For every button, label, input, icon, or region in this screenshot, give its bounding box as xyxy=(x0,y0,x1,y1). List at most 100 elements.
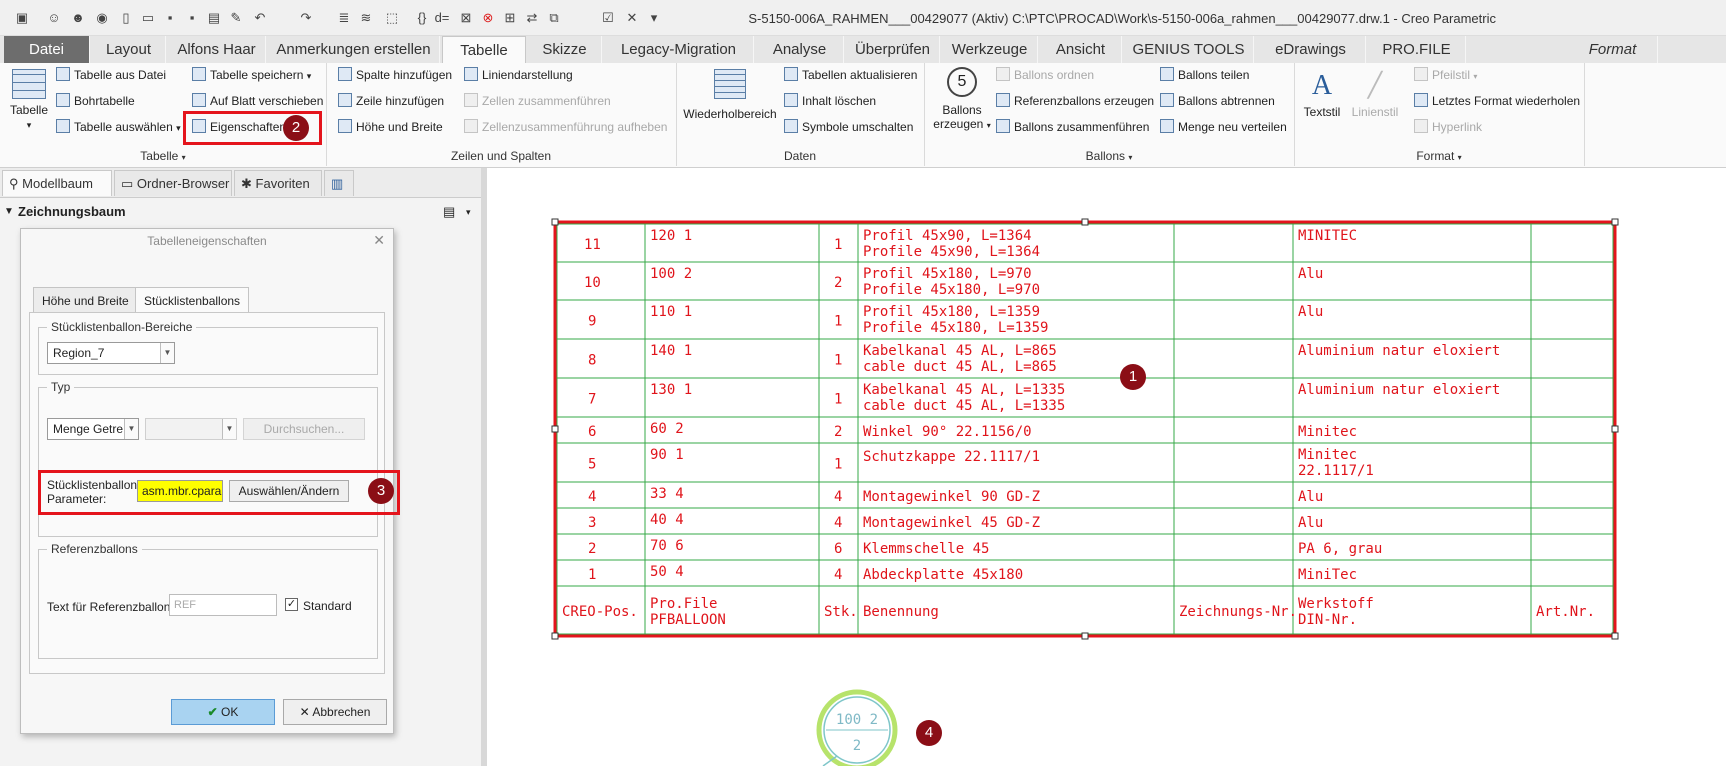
tab-genius-tools[interactable]: GENIUS TOOLS xyxy=(1124,36,1254,63)
wiederholbereich-button[interactable]: Wiederholbereich xyxy=(682,69,778,121)
bohrtabelle-button[interactable]: Bohrtabelle xyxy=(56,91,135,111)
save-icon[interactable]: ▪ xyxy=(162,10,178,26)
tab-skizze[interactable]: Skizze xyxy=(528,36,602,63)
undo-icon[interactable]: ↶ xyxy=(252,10,268,26)
select-box-icon[interactable]: ⬚ xyxy=(384,10,400,26)
tab-anmerkungen[interactable]: Anmerkungen erstellen xyxy=(268,36,440,63)
tab-analyse[interactable]: Analyse xyxy=(756,36,844,63)
tab-legacy-migration[interactable]: Legacy-Migration xyxy=(604,36,754,63)
relation-icon[interactable]: d= xyxy=(434,10,450,26)
referenzballons-erzeugen-button[interactable]: Referenzballons erzeugen xyxy=(996,91,1154,111)
redo-icon[interactable]: ↷ xyxy=(298,10,314,26)
window-icon[interactable]: ⧉ xyxy=(546,10,562,26)
letztes-format-button[interactable]: Letztes Format wiederholen xyxy=(1414,91,1580,111)
group-label-ballons[interactable]: Ballons ▾ xyxy=(924,149,1294,165)
param-icon[interactable]: ⊠ xyxy=(458,10,474,26)
bom-qty-5: 1 xyxy=(834,457,842,473)
standard-checkbox[interactable]: ✓ xyxy=(285,598,298,611)
globe-icon[interactable]: ◉ xyxy=(94,10,110,26)
tabelle-auswaehlen-button[interactable]: Tabelle auswählen ▾ xyxy=(56,117,181,137)
line-display-icon xyxy=(464,67,478,81)
symbole-umschalten-button[interactable]: Symbole umschalten xyxy=(784,117,913,137)
tab-profile[interactable]: PRO.FILE xyxy=(1368,36,1466,63)
tabellen-aktualisieren-button[interactable]: Tabellen aktualisieren xyxy=(784,65,917,85)
ballons-zusammenfuehren-button[interactable]: Ballons zusammenführen xyxy=(996,117,1149,137)
tab-format[interactable]: Format xyxy=(1568,36,1658,63)
ballons-erzeugen-button[interactable]: 5 Ballons erzeugen ▾ xyxy=(930,67,994,131)
abbrechen-button[interactable]: ✕ Abbrechen xyxy=(283,699,387,725)
bom-qty-4: 4 xyxy=(834,489,842,505)
bom-name-10: Profil 45x180, L=970 xyxy=(863,266,1032,282)
tab-favoriten[interactable]: ✱ Favoriten xyxy=(234,170,322,196)
cross-icon[interactable]: ✕ xyxy=(624,10,640,26)
tab-modellbaum[interactable]: ⚲ Modellbaum xyxy=(2,170,112,196)
tab-hoehe-breite[interactable]: Höhe und Breite xyxy=(33,287,138,313)
ref-text-field[interactable]: REF xyxy=(169,594,277,616)
zeile-hinzufuegen-button[interactable]: Zeile hinzufügen xyxy=(338,91,444,111)
new-file-icon[interactable]: ▯ xyxy=(118,10,134,26)
info-icon[interactable]: ⊞ xyxy=(502,10,518,26)
swap-icon[interactable]: ⇄ xyxy=(524,10,540,26)
ok-button[interactable]: ✔ OK xyxy=(171,699,275,725)
linienstil-label: Linienstil xyxy=(1351,105,1399,119)
menge-neu-verteilen-button[interactable]: Menge neu verteilen xyxy=(1160,117,1287,137)
customize-dropdown-icon[interactable]: ▾ xyxy=(646,10,662,26)
tabelle-big-button[interactable]: Tabelle ▾ xyxy=(8,69,50,131)
bom-table-drawing[interactable]: 11120 11Profil 45x90, L=1364Profile 45x9… xyxy=(487,168,1726,766)
ballons-abtrennen-button[interactable]: Ballons abtrennen xyxy=(1160,91,1275,111)
typ-select[interactable]: Menge Getre ▼ xyxy=(47,418,139,440)
drawing-canvas[interactable]: 11 120 1 1 Profil 45x90, L=1364 Profile 45x9… xyxy=(487,168,1726,766)
textstil-button[interactable]: A Textstil xyxy=(1298,67,1346,119)
tab-ueberpruefen[interactable]: Überprüfen xyxy=(846,36,940,63)
tab-ansicht[interactable]: Ansicht xyxy=(1040,36,1122,63)
tab-tabelle[interactable]: Tabelle xyxy=(442,36,526,63)
liniendarstellung-button[interactable]: Liniendarstellung xyxy=(464,65,573,85)
check-icon[interactable]: ☑ xyxy=(600,10,616,26)
tab-layout[interactable]: Layout xyxy=(92,36,166,63)
windows-icon[interactable]: ≣ xyxy=(336,10,352,26)
chevron-down-icon[interactable]: ▾ xyxy=(466,198,471,226)
tabelle-aus-datei-button[interactable]: Tabelle aus Datei xyxy=(56,65,166,85)
tab-werkzeuge[interactable]: Werkzeuge xyxy=(942,36,1038,63)
close-icon[interactable]: ✕ xyxy=(373,232,385,249)
dropdown-icon: ▾ xyxy=(26,120,32,130)
open-folder-icon[interactable]: ▭ xyxy=(140,10,156,26)
smiley-icon[interactable]: ☺ xyxy=(46,10,62,26)
chevron-down-icon: ▾ xyxy=(1457,153,1462,162)
tab-edrawings[interactable]: eDrawings xyxy=(1256,36,1366,63)
hoehe-breite-button[interactable]: Höhe und Breite xyxy=(338,117,443,137)
group-label-tabelle[interactable]: Tabelle ▾ xyxy=(0,149,326,165)
region-select[interactable]: Region_7 ▼ xyxy=(47,342,175,364)
ballons-ordnen-button[interactable]: Ballons ordnen xyxy=(996,65,1094,85)
tree-settings-icon[interactable]: ▤ xyxy=(443,198,455,226)
tab-alfons-haar[interactable]: Alfons Haar xyxy=(168,36,266,63)
print-icon[interactable]: ▤ xyxy=(206,10,222,26)
creo-window: ▣ ☺ ☻ ◉ ▯ ▭ ▪ ▪ ▤ ✎ ↶ ↷ ≣ ≋ ⬚ {} d= ⊠ ⊗ … xyxy=(0,0,1726,766)
tab-stuecklistenballons[interactable]: Stücklistenballons xyxy=(135,287,250,313)
zusammenfuehrung-aufheben-button[interactable]: Zellenzusammenführung aufheben xyxy=(464,117,667,137)
typ-subselect[interactable]: ▼ xyxy=(145,418,237,440)
face-icon[interactable]: ☻ xyxy=(70,10,86,26)
linienstil-button[interactable]: ╱ Linienstil xyxy=(1348,67,1402,119)
group-label-format[interactable]: Format ▾ xyxy=(1294,149,1584,165)
move-to-sheet-icon xyxy=(192,93,206,107)
auf-blatt-verschieben-button[interactable]: Auf Blatt verschieben xyxy=(192,91,323,111)
tab-ordner-browser[interactable]: ▭ Ordner-Browser xyxy=(114,170,232,196)
tab-extra[interactable]: ▥ xyxy=(324,170,354,196)
bracket-icon[interactable]: {} xyxy=(414,10,430,26)
stop-icon[interactable]: ⊗ xyxy=(480,10,496,26)
hyperlink-button[interactable]: Hyperlink xyxy=(1414,117,1482,137)
inhalt-loeschen-button[interactable]: Inhalt löschen xyxy=(784,91,876,111)
tab-datei[interactable]: Datei xyxy=(4,36,90,63)
tree-header[interactable]: ▼ Zeichnungsbaum ▤ ▾ xyxy=(0,198,481,226)
regenerate-icon[interactable]: ✎ xyxy=(228,10,244,26)
pfeilstil-button[interactable]: Pfeilstil ▾ xyxy=(1414,65,1477,85)
zellen-zusammenfuehren-button[interactable]: Zellen zusammenführen xyxy=(464,91,611,111)
layers-icon[interactable]: ≋ xyxy=(358,10,374,26)
selection-handle xyxy=(551,218,559,226)
spalte-hinzufuegen-button[interactable]: Spalte hinzufügen xyxy=(338,65,452,85)
save-copy-icon[interactable]: ▪ xyxy=(184,10,200,26)
tabelle-speichern-button[interactable]: Tabelle speichern ▾ xyxy=(192,65,311,85)
durchsuchen-button[interactable]: Durchsuchen... xyxy=(243,418,365,440)
ballons-teilen-button[interactable]: Ballons teilen xyxy=(1160,65,1249,85)
